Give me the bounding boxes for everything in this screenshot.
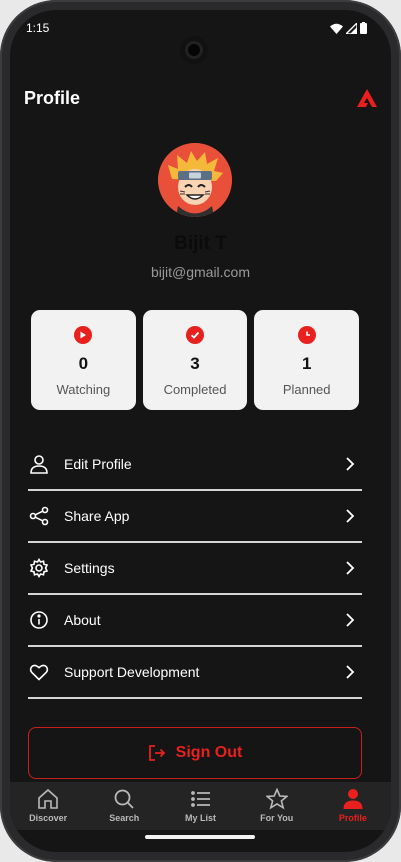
menu-item-label: Share App — [64, 508, 130, 524]
stat-value: 1 — [301, 354, 312, 373]
stat-label: Planned — [282, 382, 331, 397]
app-header: Profile — [24, 84, 377, 112]
phone-frame: 1:15 Profile Bijit T bijit@gmail.com 0 W… — [0, 0, 401, 862]
nav-label: For You — [260, 813, 294, 823]
front-camera — [180, 36, 208, 64]
menu-item-edit-profile[interactable]: Edit Profile — [28, 439, 362, 491]
stat-value: 0 — [78, 354, 89, 373]
user-icon — [28, 453, 50, 475]
star-icon — [265, 788, 288, 810]
battery-icon — [360, 22, 367, 34]
home-indicator[interactable] — [145, 835, 255, 839]
chevron-right-icon — [346, 665, 355, 679]
status-time: 1:15 — [26, 21, 50, 35]
stat-card-planned[interactable]: 1 Planned — [254, 310, 360, 410]
logout-icon — [148, 745, 165, 761]
profile-menu: Edit Profile Share App Settings About Su… — [28, 439, 362, 699]
menu-item-settings[interactable]: Settings — [28, 543, 362, 595]
user-name: Bijit T — [174, 233, 227, 254]
stat-label: Completed — [163, 382, 227, 397]
list-icon — [190, 791, 210, 807]
status-icons — [330, 22, 367, 34]
menu-item-label: About — [64, 612, 101, 628]
nav-item-profile[interactable]: Profile — [315, 782, 391, 830]
chevron-right-icon — [346, 457, 355, 471]
page-title: Profile — [24, 87, 81, 108]
nav-label: My List — [185, 813, 217, 823]
bottom-nav: Discover Search My List For You Profile — [10, 782, 391, 830]
home-icon — [38, 788, 58, 809]
nav-item-discover[interactable]: Discover — [10, 782, 86, 830]
menu-item-share-app[interactable]: Share App — [28, 491, 362, 543]
menu-item-label: Edit Profile — [64, 456, 132, 472]
heart-icon — [28, 661, 50, 683]
menu-item-support-development[interactable]: Support Development — [28, 647, 362, 699]
nav-label: Profile — [338, 813, 367, 823]
avatar — [158, 143, 232, 217]
stat-label: Watching — [56, 382, 111, 397]
stat-card-watching[interactable]: 0 Watching — [31, 310, 136, 410]
share-icon — [28, 505, 50, 527]
nav-label: Discover — [29, 813, 68, 823]
menu-item-about[interactable]: About — [28, 595, 362, 647]
nav-label: Search — [109, 813, 140, 823]
stats-row: 0 Watching 3 Completed 1 Planned — [31, 310, 360, 410]
menu-item-label: Support Development — [64, 664, 200, 680]
clock-icon — [297, 326, 316, 344]
menu-item-label: Settings — [64, 560, 115, 576]
chevron-right-icon — [346, 509, 355, 523]
screen: 1:15 Profile Bijit T bijit@gmail.com 0 W… — [10, 10, 391, 852]
search-icon — [114, 789, 134, 809]
signal-icon — [346, 22, 357, 34]
gear-icon — [28, 557, 50, 579]
info-icon — [28, 609, 50, 631]
stat-card-completed[interactable]: 3 Completed — [142, 310, 248, 410]
wifi-icon — [330, 23, 343, 34]
sign-out-button[interactable]: Sign Out — [28, 727, 362, 779]
nav-item-search[interactable]: Search — [86, 782, 162, 830]
play-icon — [74, 326, 93, 344]
nav-item-my-list[interactable]: My List — [162, 782, 238, 830]
sign-out-label: Sign Out — [175, 744, 243, 761]
check-icon — [186, 326, 204, 344]
nav-item-for-you[interactable]: For You — [239, 782, 315, 830]
chevron-right-icon — [346, 561, 355, 575]
avatar-image — [158, 143, 232, 217]
person-icon — [343, 789, 363, 809]
chevron-right-icon — [346, 613, 355, 627]
user-email: bijit@gmail.com — [150, 264, 250, 280]
stat-value: 3 — [190, 354, 200, 373]
app-logo-icon — [357, 89, 377, 107]
